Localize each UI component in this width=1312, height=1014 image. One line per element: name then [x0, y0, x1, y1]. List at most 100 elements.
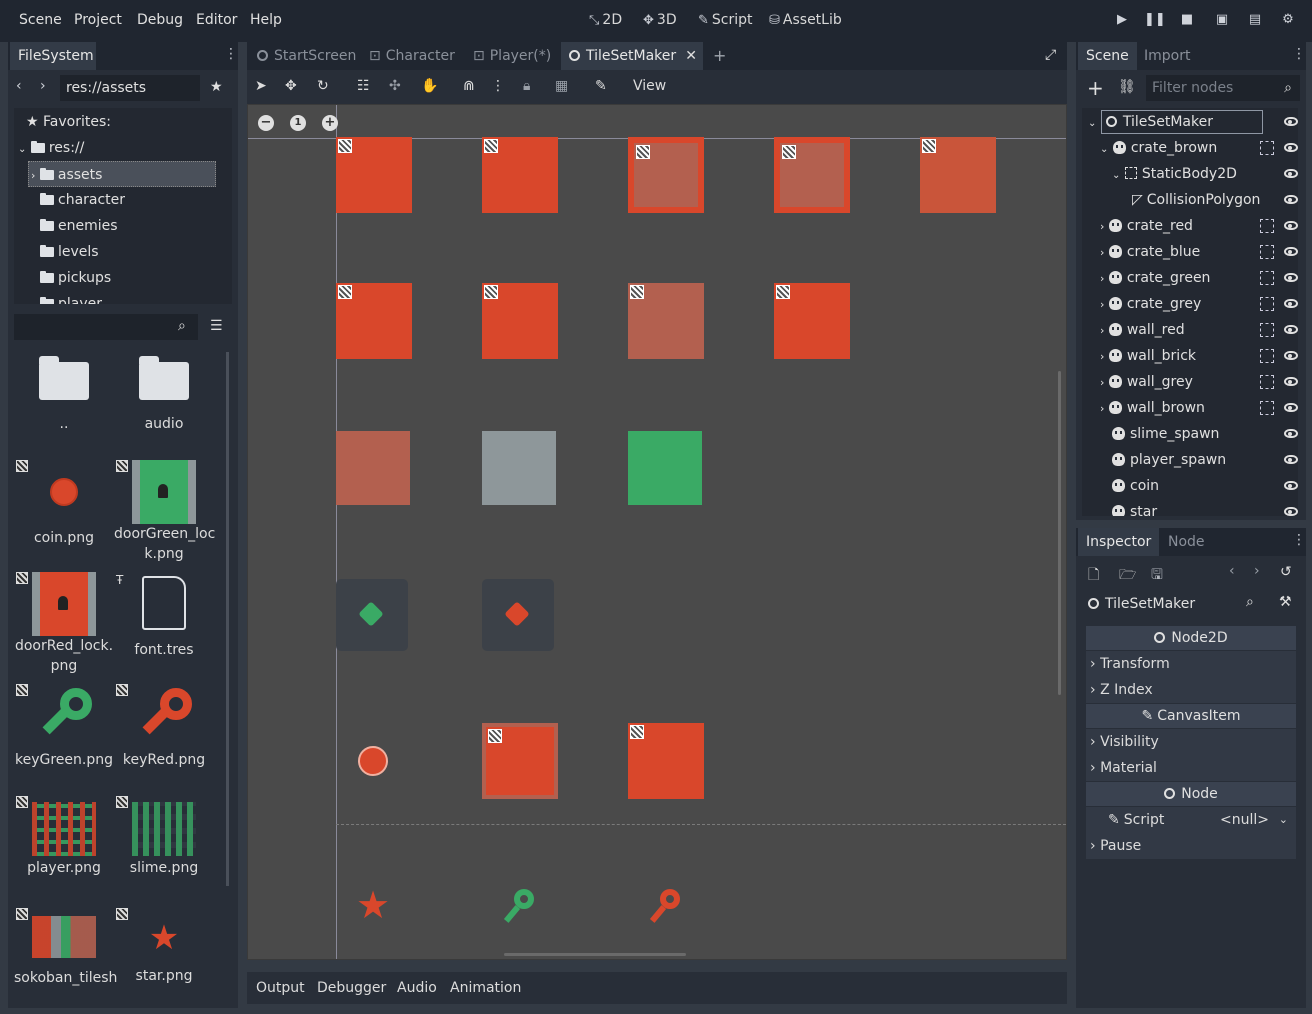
visibility-eye-icon[interactable]	[1284, 507, 1298, 516]
tile-crate-red[interactable]	[482, 137, 558, 213]
vertical-scrollbar[interactable]	[1058, 371, 1061, 695]
zoom-reset-button[interactable]: 1	[290, 115, 306, 131]
canvas-viewport[interactable]: − 1 + ★	[247, 104, 1067, 960]
tree-node-crate-brown[interactable]: ⌄ crate_brown	[1100, 135, 1298, 161]
tree-item-assets[interactable]: › assets	[28, 161, 216, 187]
visibility-eye-icon[interactable]	[1284, 221, 1298, 230]
workspace-3d-button[interactable]: ✥ 3D	[643, 12, 677, 28]
visibility-eye-icon[interactable]	[1284, 429, 1298, 438]
play-icon[interactable]: ▶	[1112, 12, 1132, 30]
select-tool-icon[interactable]: ➤	[255, 78, 267, 94]
group-transform[interactable]: › Transform	[1086, 651, 1296, 677]
play-custom-scene-icon[interactable]: ▤	[1245, 12, 1265, 30]
zoom-out-button[interactable]: −	[258, 115, 274, 131]
tab-tilesetmaker[interactable]: TileSetMaker ✕	[561, 42, 703, 70]
tree-node-coin[interactable]: coin	[1112, 473, 1298, 499]
rotate-tool-icon[interactable]: ↻	[317, 78, 329, 94]
file-grid-scrollbar[interactable]	[226, 352, 229, 886]
lock-icon[interactable]: 🔒︎	[523, 78, 530, 94]
play-scene-icon[interactable]: ▣	[1212, 12, 1232, 30]
forward-arrow-icon[interactable]: ›	[40, 78, 46, 94]
tile-key-green[interactable]	[500, 889, 540, 929]
tree-node-star[interactable]: star	[1112, 499, 1298, 516]
menu-debug[interactable]: Debug	[137, 12, 183, 28]
movie-icon[interactable]: ⚙	[1278, 12, 1298, 30]
tile-wall-grey[interactable]	[628, 283, 704, 359]
tab-player[interactable]: ⊡ Player(*)	[465, 42, 559, 70]
menu-scene[interactable]: Scene	[19, 12, 62, 28]
tile-ground-brown[interactable]	[336, 431, 410, 505]
tile-star[interactable]: ★	[356, 885, 390, 925]
tree-node-collisionpolygon[interactable]: ◸ CollisionPolygon	[1132, 187, 1298, 213]
new-resource-icon[interactable]: 🗋︎	[1088, 564, 1099, 588]
tree-node-tilesetmaker[interactable]: ⌄ TileSetMaker	[1088, 109, 1298, 135]
history-forward-icon[interactable]: ›	[1254, 563, 1260, 579]
file-item-player[interactable]: player.png	[14, 794, 114, 900]
tile-wall-red[interactable]	[336, 283, 412, 359]
tab-import[interactable]: Import	[1136, 42, 1198, 70]
file-item-slime[interactable]: slime.png	[114, 794, 214, 900]
save-icon[interactable]: 🖫︎	[1151, 564, 1163, 588]
pause-icon[interactable]: ❚❚	[1144, 12, 1166, 30]
file-item-parent[interactable]: ..	[14, 354, 114, 434]
file-item-coin[interactable]: coin.png	[14, 458, 114, 564]
workspace-2d-button[interactable]: ⤡ 2D	[589, 12, 622, 28]
tab-scene[interactable]: Scene	[1078, 42, 1137, 70]
animation-tab[interactable]: Animation	[450, 980, 521, 996]
visibility-eye-icon[interactable]	[1284, 377, 1298, 386]
tile-crate-brown[interactable]	[336, 137, 412, 213]
move-tool-icon[interactable]: ✥	[285, 78, 297, 94]
res-root-item[interactable]: ⌄ res://	[18, 135, 84, 161]
search-icon[interactable]: ⌕	[1246, 594, 1254, 610]
filter-nodes-input[interactable]: Filter nodes ⌕	[1146, 75, 1300, 101]
inspector-object[interactable]: TileSetMaker	[1088, 594, 1195, 614]
debugger-tab[interactable]: Debugger	[317, 980, 386, 996]
add-tab-icon[interactable]: +	[713, 46, 726, 65]
chevron-down-icon[interactable]: ⌄	[1279, 807, 1288, 833]
pan-tool-icon[interactable]: ✋	[421, 78, 438, 94]
open-folder-icon[interactable]: 🗁︎	[1119, 564, 1136, 588]
visibility-eye-icon[interactable]	[1284, 403, 1298, 412]
group-pause[interactable]: › Pause	[1086, 833, 1296, 859]
menu-editor[interactable]: Editor	[196, 12, 237, 28]
tile-door-red[interactable]	[482, 723, 558, 799]
visibility-eye-icon[interactable]	[1284, 117, 1298, 126]
tree-node-wall-brick[interactable]: › wall_brick	[1100, 343, 1298, 369]
visibility-eye-icon[interactable]	[1284, 325, 1298, 334]
visibility-eye-icon[interactable]	[1284, 169, 1298, 178]
tile-coin[interactable]	[358, 746, 388, 776]
tile-door-red-lock[interactable]	[628, 723, 704, 799]
tile-key-red[interactable]	[646, 889, 686, 929]
group-z-index[interactable]: › Z Index	[1086, 677, 1296, 703]
visibility-eye-icon[interactable]	[1284, 351, 1298, 360]
bone-icon[interactable]: ✎	[595, 78, 607, 94]
tab-inspector[interactable]: Inspector	[1078, 528, 1160, 556]
tree-node-crate-green[interactable]: › crate_green	[1100, 265, 1298, 291]
path-field[interactable]: res://assets	[60, 75, 200, 101]
tree-item-pickups[interactable]: pickups	[40, 265, 111, 291]
close-icon[interactable]: ✕	[685, 42, 697, 70]
add-node-icon[interactable]: +	[1087, 76, 1104, 100]
tree-node-slime-spawn[interactable]: slime_spawn	[1112, 421, 1298, 447]
back-arrow-icon[interactable]: ‹	[16, 78, 22, 94]
tab-node[interactable]: Node	[1160, 528, 1213, 556]
tile-crate-blue[interactable]	[628, 137, 704, 213]
file-item-audio[interactable]: audio	[114, 354, 214, 434]
tree-node-wall-red[interactable]: › wall_red	[1100, 317, 1298, 343]
history-back-icon[interactable]: ‹	[1229, 563, 1235, 579]
file-item-tilesheet[interactable]: sokoban_tilesh	[14, 906, 117, 1004]
group-icon[interactable]: ▦	[555, 78, 568, 94]
favorites-item[interactable]: ★ Favorites:	[26, 109, 111, 135]
zoom-in-button[interactable]: +	[322, 115, 338, 131]
visibility-eye-icon[interactable]	[1284, 273, 1298, 282]
tree-item-enemies[interactable]: enemies	[40, 213, 118, 239]
visibility-eye-icon[interactable]	[1284, 195, 1298, 204]
list-select-icon[interactable]: ☷	[357, 78, 370, 94]
history-icon[interactable]: ↺	[1280, 564, 1292, 580]
distraction-free-icon[interactable]: ⤢	[1045, 47, 1056, 63]
link-icon[interactable]: ⛓	[1118, 79, 1136, 95]
tree-node-wall-grey[interactable]: › wall_grey	[1100, 369, 1298, 395]
tab-startscreen[interactable]: StartScreen	[249, 42, 364, 70]
tree-node-player-spawn[interactable]: player_spawn	[1112, 447, 1298, 473]
tools-icon[interactable]: ⚒	[1279, 594, 1292, 610]
